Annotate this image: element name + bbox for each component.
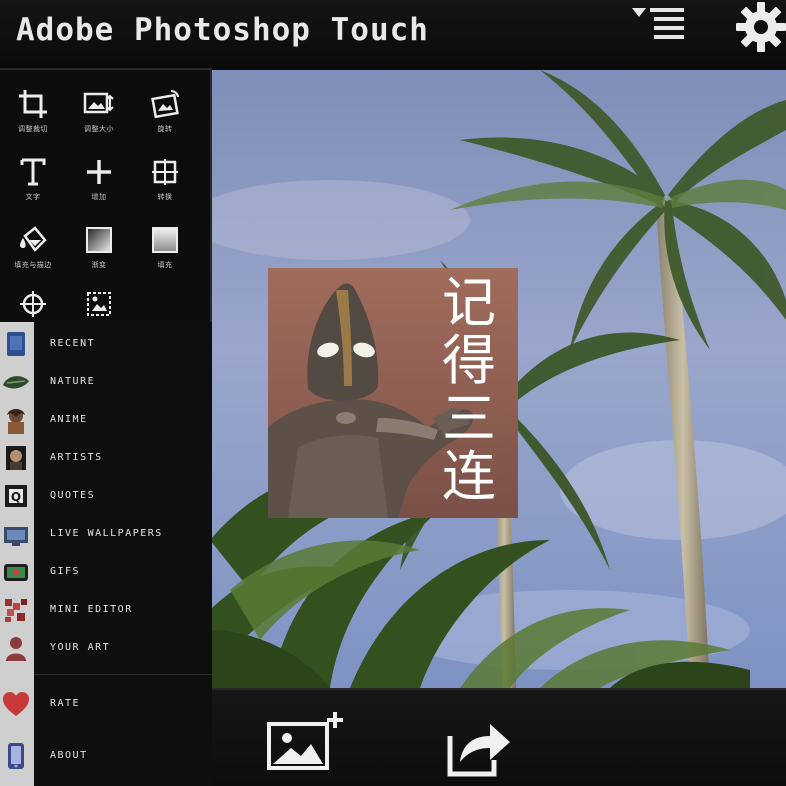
drawer-item-artists[interactable]: ARTISTS xyxy=(0,440,212,478)
live-wallpapers-icon xyxy=(4,527,28,546)
recent-icon xyxy=(7,332,25,356)
drawer-item-label: RATE xyxy=(50,698,81,709)
fill-tool[interactable]: 填充 xyxy=(132,210,198,276)
image-rotate-icon xyxy=(151,90,179,119)
drawer-item-label: NATURE xyxy=(50,376,96,387)
your-art-icon xyxy=(6,637,26,661)
anime-icon xyxy=(7,409,25,434)
paint-bucket-tool[interactable]: 填充与描边 xyxy=(0,210,66,276)
top-bar: Adobe Photoshop Touch xyxy=(0,0,786,70)
drawer-item-label: ANIME xyxy=(50,414,88,425)
text-icon xyxy=(20,158,46,186)
tool-label: 渐变 xyxy=(91,261,107,269)
paint-bucket-icon xyxy=(20,226,47,252)
drawer-item-label: ABOUT xyxy=(50,750,88,761)
plus-tool[interactable]: 增加 xyxy=(66,142,132,208)
transform-tool[interactable]: 转换 xyxy=(132,142,198,208)
quotes-icon: Q xyxy=(5,485,27,507)
drawer-item-label: QUOTES xyxy=(50,490,96,501)
mini-editor-icon xyxy=(5,599,27,622)
add-image-icon[interactable] xyxy=(265,710,349,778)
tool-label: 调整裁切 xyxy=(18,125,48,133)
drawer-item-label: GIFS xyxy=(50,566,81,577)
drawer-item-gifs[interactable]: GIFS xyxy=(0,554,212,592)
drawer-item-recent[interactable]: RECENT xyxy=(0,326,212,364)
drawer-item-label: RECENT xyxy=(50,338,96,349)
about-icon xyxy=(8,743,24,769)
gradient-tool[interactable]: 渐变 xyxy=(66,210,132,276)
tool-label: 调整大小 xyxy=(84,125,114,133)
tool-label: 填充 xyxy=(157,261,173,269)
gear-icon[interactable] xyxy=(732,0,786,54)
plus-icon xyxy=(87,160,111,184)
tool-label: 填充与描边 xyxy=(14,261,52,269)
sticker-caption: 记得三连 xyxy=(442,271,496,508)
side-drawer: RECENT NATURE ANIME ARTISTS Q QUOTES LIV… xyxy=(0,322,212,786)
drawer-item-label: MINI EDITOR xyxy=(50,604,133,615)
image-resize-tool[interactable]: 调整大小 xyxy=(66,74,132,140)
image-rotate-tool[interactable]: 旋转 xyxy=(132,74,198,140)
svg-text:Q: Q xyxy=(11,490,21,504)
text-tool[interactable]: 文字 xyxy=(0,142,66,208)
fill-square-icon xyxy=(152,227,178,253)
drawer-item-label: YOUR ART xyxy=(50,642,111,653)
drawer-item-live-wallpapers[interactable]: LIVE WALLPAPERS xyxy=(0,516,212,554)
share-icon[interactable] xyxy=(444,716,516,778)
app-title: Adobe Photoshop Touch xyxy=(16,12,429,48)
tool-label: 转换 xyxy=(157,193,173,201)
crop-icon xyxy=(19,90,47,118)
drawer-item-label: ARTISTS xyxy=(50,452,103,463)
drawer-item-quotes[interactable]: Q QUOTES xyxy=(0,478,212,516)
image-resize-icon xyxy=(83,92,114,114)
drawer-item-anime[interactable]: ANIME xyxy=(0,402,212,440)
drawer-divider xyxy=(34,674,212,675)
gradient-icon xyxy=(86,227,112,253)
artists-icon xyxy=(6,446,26,470)
selection-icon xyxy=(87,292,111,316)
drawer-item-label: LIVE WALLPAPERS xyxy=(50,528,163,539)
drawer-item-nature[interactable]: NATURE xyxy=(0,364,212,402)
tool-label: 文字 xyxy=(25,193,41,201)
bottom-toolbar xyxy=(210,688,786,786)
crop-tool[interactable]: 调整裁切 xyxy=(0,74,66,140)
tools-panel: 调整裁切 调整大小 旋转 文字 增加 转换 填充与描边 渐变 填充 xyxy=(0,68,212,324)
drawer-item-about[interactable]: ABOUT xyxy=(0,738,212,776)
sticker-image[interactable]: 记得三连 xyxy=(268,268,518,518)
tool-label: 旋转 xyxy=(157,125,173,133)
tool-label: 增加 xyxy=(91,193,107,201)
target-icon xyxy=(20,291,46,317)
gifs-icon xyxy=(4,564,28,581)
menu-list-icon[interactable] xyxy=(628,2,692,50)
drawer-item-your-art[interactable]: YOUR ART xyxy=(0,630,212,668)
heart-icon xyxy=(3,692,29,716)
nature-icon xyxy=(3,376,29,389)
transform-icon xyxy=(152,159,178,185)
app-screen: Adobe Photoshop Touch 记得三连 调整裁切 调整大小 旋转 … xyxy=(0,0,786,786)
drawer-item-rate[interactable]: RATE xyxy=(0,686,212,724)
drawer-item-mini-editor[interactable]: MINI EDITOR xyxy=(0,592,212,630)
